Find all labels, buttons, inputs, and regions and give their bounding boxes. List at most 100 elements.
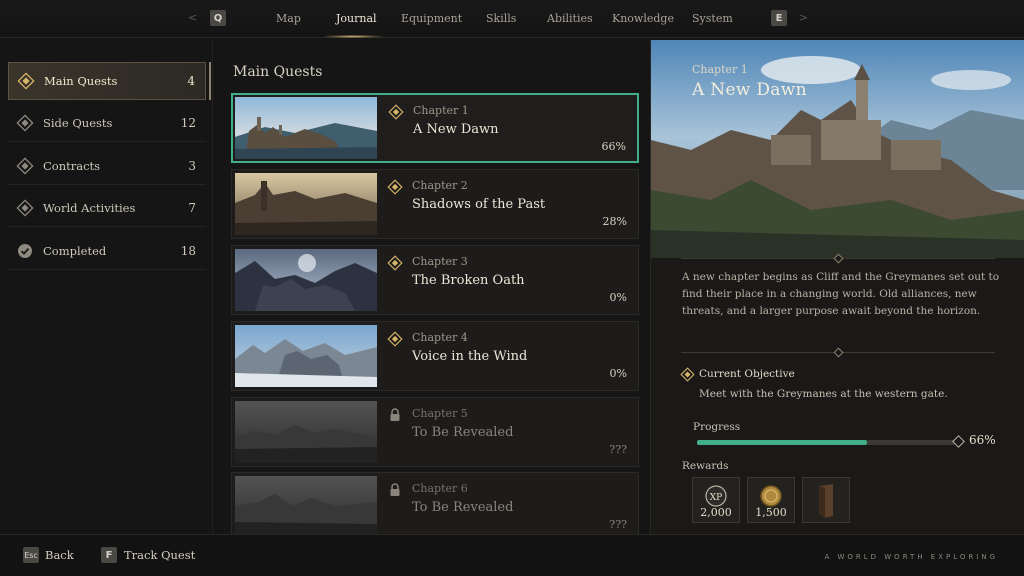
quest-chapter: Chapter 6 <box>412 482 468 495</box>
diamond-icon <box>387 179 403 195</box>
sidebar-item-label: World Activities <box>43 200 136 215</box>
arrow-left-icon: < <box>188 11 198 24</box>
tab-knowledge[interactable]: Knowledge <box>612 12 674 25</box>
tagline: A WORLD WORTH EXPLORING <box>824 553 998 561</box>
progress-bar <box>697 440 955 445</box>
sidebar-item-main-quests[interactable]: Main Quests 4 <box>8 62 206 100</box>
esc-key: Esc <box>23 547 39 563</box>
sidebar-item-count: 18 <box>180 243 196 258</box>
quest-category-sidebar: Main Quests 4 Side Quests 12 Contracts 3… <box>0 40 212 534</box>
objective-text: Meet with the Greymanes at the western g… <box>699 388 948 400</box>
sidebar-item-world-activities[interactable]: World Activities 7 <box>8 189 206 227</box>
tab-system[interactable]: System <box>692 12 733 25</box>
quest-progress: 66% <box>601 140 626 153</box>
divider <box>681 253 995 264</box>
tab-equipment[interactable]: Equipment <box>401 12 462 25</box>
quest-hero-image: Chapter 1 A New Dawn <box>651 40 1024 258</box>
svg-text:XP: XP <box>710 493 722 503</box>
detail-chapter: Chapter 1 <box>692 63 748 76</box>
quest-thumbnail <box>235 97 377 159</box>
quest-card[interactable]: Chapter 6 To Be Revealed ??? <box>231 472 639 542</box>
diamond-icon <box>387 255 403 271</box>
quest-detail-panel: Chapter 1 A New Dawn A new chapter begin… <box>650 40 1024 534</box>
track-quest-button[interactable]: Track Quest <box>124 548 195 562</box>
sidebar-item-label: Side Quests <box>43 115 113 130</box>
progress-percent: 66% <box>969 433 996 447</box>
prev-tab-key[interactable]: Q <box>210 10 226 26</box>
quest-name: To Be Revealed <box>412 500 514 515</box>
sidebar-item-completed[interactable]: Completed 18 <box>8 232 206 270</box>
reward-value: 1,500 <box>755 506 787 519</box>
objective-label: Current Objective <box>699 368 795 380</box>
sidebar-item-label: Main Quests <box>44 74 118 88</box>
reward-value: 2,000 <box>700 506 732 519</box>
sidebar-item-side-quests[interactable]: Side Quests 12 <box>8 104 206 142</box>
progress-end-diamond-icon <box>952 435 965 448</box>
quest-thumbnail <box>235 401 377 463</box>
reward-xp[interactable]: XP 2,000 <box>692 477 740 523</box>
tab-journal[interactable]: Journal <box>336 12 377 25</box>
bottom-action-bar: Esc Back F Track Quest A WORLD WORTH EXP… <box>0 534 1024 576</box>
top-navigation: < Q Map Journal Equipment Skills Abiliti… <box>0 0 1024 38</box>
back-button[interactable]: Back <box>45 548 74 562</box>
quest-name: Shadows of the Past <box>412 197 546 212</box>
sidebar-item-contracts[interactable]: Contracts 3 <box>8 147 206 185</box>
quest-list-title: Main Quests <box>233 64 323 80</box>
sidebar-item-label: Contracts <box>43 158 101 173</box>
quest-thumbnail <box>235 249 377 311</box>
active-tab-indicator <box>324 35 382 38</box>
diamond-icon <box>387 331 403 347</box>
sidebar-item-count: 7 <box>188 200 196 215</box>
quest-chapter: Chapter 2 <box>412 179 468 192</box>
quest-chapter: Chapter 3 <box>412 255 468 268</box>
tab-map[interactable]: Map <box>276 12 301 25</box>
sidebar-item-label: Completed <box>43 243 107 258</box>
quest-thumbnail <box>235 476 377 538</box>
reward-item[interactable] <box>802 477 850 523</box>
diamond-icon <box>15 156 35 176</box>
scroll-item-icon <box>819 484 833 518</box>
quest-progress: 28% <box>602 215 627 228</box>
diamond-icon <box>16 71 36 91</box>
quest-name: The Broken Oath <box>412 273 525 288</box>
quest-card[interactable]: Chapter 1 A New Dawn 66% <box>231 93 639 163</box>
quest-progress: 0% <box>609 291 627 304</box>
diamond-icon <box>15 198 35 218</box>
quest-name: Voice in the Wind <box>412 349 528 364</box>
lock-icon <box>387 407 403 423</box>
detail-title: A New Dawn <box>692 80 807 100</box>
quest-description: A new chapter begins as Cliff and the Gr… <box>682 271 1000 317</box>
objective-diamond-icon <box>680 367 695 382</box>
quest-name: A New Dawn <box>413 122 499 137</box>
sidebar-item-count: 3 <box>188 158 196 173</box>
sidebar-scroll-indicator <box>209 62 211 100</box>
quest-list-panel: Main Quests Chapter 1 A New Dawn 66% Cha… <box>212 40 650 542</box>
progress-bar-fill <box>697 440 868 445</box>
quest-card[interactable]: Chapter 4 Voice in the Wind 0% <box>231 321 639 391</box>
sidebar-item-count: 4 <box>187 74 195 88</box>
diamond-icon <box>388 104 404 120</box>
divider <box>681 347 995 358</box>
quest-chapter: Chapter 1 <box>413 104 469 117</box>
tab-abilities[interactable]: Abilities <box>547 12 593 25</box>
reward-gold[interactable]: 1,500 <box>747 477 795 523</box>
quest-card[interactable]: Chapter 3 The Broken Oath 0% <box>231 245 639 315</box>
progress-label: Progress <box>693 421 741 433</box>
quest-progress: ??? <box>609 443 627 456</box>
quest-thumbnail <box>235 173 377 235</box>
quest-progress: ??? <box>609 518 627 531</box>
next-tab-key[interactable]: E <box>771 10 787 26</box>
quest-card[interactable]: Chapter 5 To Be Revealed ??? <box>231 397 639 467</box>
tab-skills[interactable]: Skills <box>486 12 516 25</box>
diamond-icon <box>15 113 35 133</box>
sidebar-item-count: 12 <box>180 115 196 130</box>
quest-thumbnail <box>235 325 377 387</box>
lock-icon <box>387 482 403 498</box>
arrow-right-icon: > <box>799 11 809 24</box>
f-key: F <box>101 547 117 563</box>
rewards-label: Rewards <box>682 460 729 472</box>
quest-card[interactable]: Chapter 2 Shadows of the Past 28% <box>231 169 639 239</box>
quest-chapter: Chapter 4 <box>412 331 468 344</box>
quest-name: To Be Revealed <box>412 425 514 440</box>
quest-chapter: Chapter 5 <box>412 407 468 420</box>
